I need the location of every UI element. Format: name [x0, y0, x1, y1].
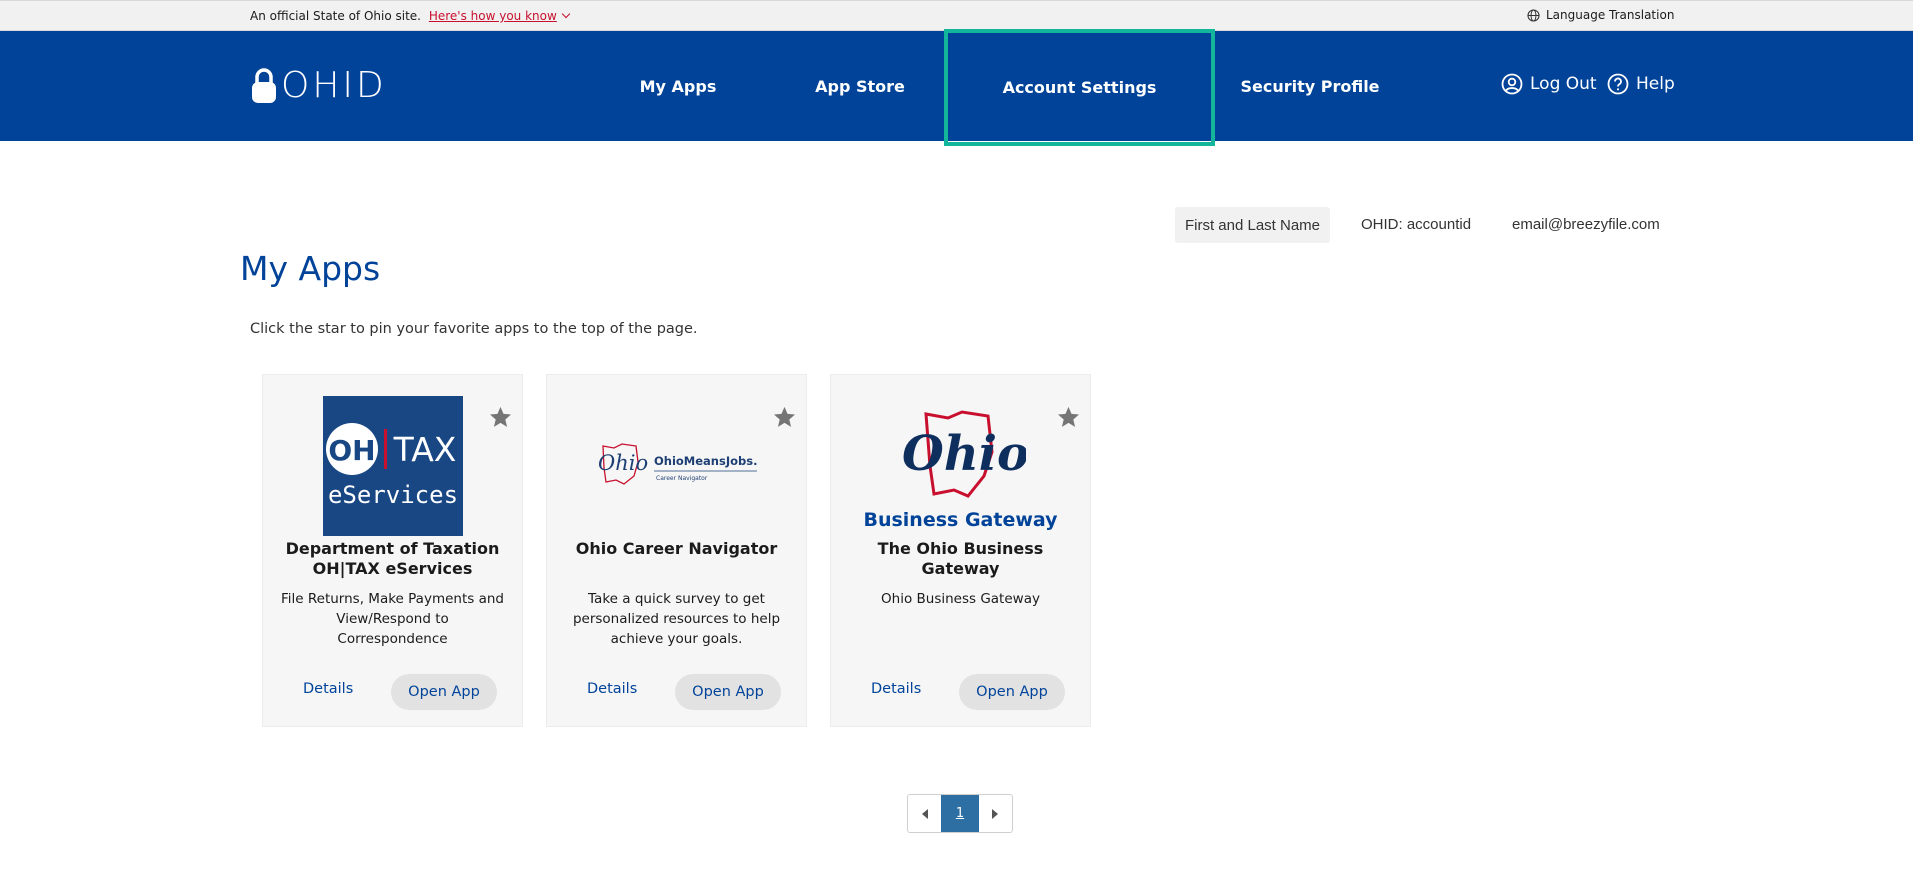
previous-page-button[interactable] [908, 795, 941, 832]
heres-how-you-know-link[interactable]: Here's how you know [429, 9, 571, 23]
log-out-label: Log Out [1530, 74, 1597, 94]
details-link[interactable]: Details [871, 681, 921, 697]
current-page[interactable]: 1 [941, 795, 979, 832]
app-description: File Returns, Make Payments and View/Res… [281, 591, 504, 647]
app-card-business-gateway: Ohio Business Gateway The Ohio Business … [830, 374, 1091, 727]
ohio-means-jobs-graphic: Ohio OhioMeansJobs. Career Navigator [598, 443, 757, 485]
app-card-career-navigator: Ohio OhioMeansJobs. Career Navigator Ohi… [546, 374, 807, 727]
details-link[interactable]: Details [303, 681, 353, 697]
app-description: Ohio Business Gateway [881, 591, 1040, 607]
question-circle-icon [1607, 73, 1629, 95]
caret-left-icon [921, 808, 928, 819]
nav-my-apps[interactable]: My Apps [620, 31, 736, 141]
oh-tax-logo-graphic: OH TAX eServices [325, 423, 458, 509]
app-title: Department of Taxation OH|TAX eServices [285, 539, 500, 578]
business-gateway-caption: Business Gateway [863, 509, 1058, 531]
nav-account-settings[interactable]: Account Settings [944, 29, 1215, 146]
oh-tax-eservices-logo: OH TAX eServices [263, 396, 522, 536]
pagination: 1 [907, 794, 1013, 833]
language-translation-button[interactable]: Language Translation [1527, 8, 1674, 22]
help-label: Help [1636, 74, 1675, 94]
svg-text:eServices: eServices [327, 481, 457, 509]
app-title: Ohio Career Navigator [575, 539, 778, 558]
site-header: OHID My Apps App Store Account Settings … [0, 29, 1913, 146]
page-title: My Apps [240, 249, 381, 288]
open-app-button[interactable]: Open App [675, 674, 781, 710]
app-card-taxation: OH TAX eServices Department of Taxation … [262, 374, 523, 727]
open-app-button[interactable]: Open App [959, 674, 1065, 710]
globe-icon [1527, 8, 1540, 22]
svg-text:Career Navigator: Career Navigator [656, 475, 708, 482]
help-button[interactable]: Help [1607, 73, 1675, 95]
chevron-down-icon [561, 9, 571, 19]
nav-security-profile[interactable]: Security Profile [1240, 31, 1380, 141]
svg-text:TAX: TAX [392, 430, 456, 469]
nav-app-store[interactable]: App Store [800, 31, 920, 141]
user-name-badge: First and Last Name [1175, 207, 1330, 243]
next-page-button[interactable] [979, 795, 1012, 832]
details-link[interactable]: Details [587, 681, 637, 697]
official-site-banner: An official State of Ohio site. Here's h… [0, 0, 1913, 31]
app-title: The Ohio Business Gateway [877, 539, 1044, 578]
svg-text:Ohio: Ohio [598, 451, 648, 475]
user-ohid: OHID: accountid [1361, 216, 1472, 233]
caret-right-icon [992, 808, 999, 819]
official-site-notice: An official State of Ohio site. Here's h… [250, 9, 571, 23]
page-hint: Click the star to pin your favorite apps… [250, 321, 698, 337]
ohio-means-jobs-logo: Ohio OhioMeansJobs. Career Navigator [547, 396, 806, 536]
language-translation-label: Language Translation [1546, 8, 1675, 22]
padlock-icon [252, 67, 276, 103]
svg-text:Ohio: Ohio [902, 426, 1026, 482]
user-circle-icon [1501, 73, 1523, 95]
official-site-text: An official State of Ohio site. [250, 9, 421, 23]
user-email: email@breezyfile.com [1512, 216, 1660, 233]
svg-text:OhioMeansJobs.: OhioMeansJobs. [654, 454, 757, 468]
log-out-button[interactable]: Log Out [1501, 73, 1597, 95]
ohio-state-outline-graphic: Ohio [902, 409, 1026, 498]
ohid-logo-text: OHID [281, 65, 387, 106]
ohid-logo[interactable]: OHID [250, 65, 387, 106]
app-description: Take a quick survey to get personalized … [572, 591, 781, 647]
open-app-button[interactable]: Open App [391, 674, 497, 710]
svg-text:OH: OH [328, 434, 375, 467]
